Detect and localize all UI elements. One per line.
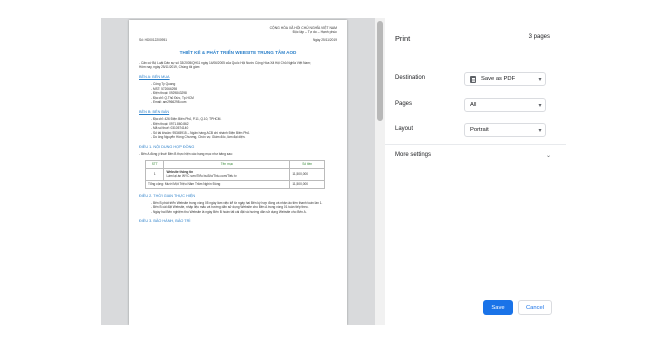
divider [385, 144, 566, 145]
table-total-label: Tổng cộng: Mười Một Triệu Năm Trăm Nghìn… [144, 179, 291, 189]
pages-value: All [470, 102, 477, 108]
party-b-heading: BÊN B: BÊN BÁN [139, 109, 170, 114]
more-settings-toggle[interactable]: More settings ⌄ [395, 152, 551, 159]
chevron-down-icon: ▾ [538, 102, 542, 109]
article-1-intro: - Bên A đồng ý thuê Bên B thực hiện các … [139, 151, 233, 156]
doc-number-row: Số: HD0012200951 Ngày 25/11/2019 [139, 38, 337, 42]
table-header-cell: Số tiền [289, 159, 325, 169]
table-cell: Website thông tin Làm lại án WYC sơn/Tiể… [163, 167, 291, 181]
pages-label: Pages [395, 101, 413, 107]
party-a-heading: BÊN A: BÊN MUA [139, 75, 170, 79]
party-b-line: - Do ông Nguyễn Hồng Chương, Chức vụ: Gi… [151, 135, 246, 140]
pdf-file-icon [470, 75, 476, 83]
party-a-line: - Email: am2966298.com [151, 100, 187, 105]
more-settings-label: More settings [395, 152, 432, 158]
article-1-heading: ĐIỀU 1. NỘI DUNG HỢP ĐỒNG [139, 144, 195, 149]
layout-select[interactable]: Portrait ▾ [464, 123, 546, 137]
article-2-line: - Ngày hai Bên nghiệm thu Website là ngà… [151, 209, 307, 214]
doc-header-right: CỘNG HÒA XÃ HỘI CHỦ NGHĨA VIỆT NAM Độc l… [139, 26, 337, 35]
table-total-row: Tổng cộng: Mười Một Triệu Năm Trăm Nghìn… [144, 179, 325, 189]
print-preview-area: CỘNG HÒA XÃ HỘI CHỦ NGHĨA VIỆT NAM Độc l… [101, 18, 375, 325]
pages-select[interactable]: All ▾ [464, 98, 546, 112]
item-desc: Làm lại án WYC sơn/Tiểu buổi/o/Thiu.com/… [166, 174, 237, 179]
chevron-down-icon: ▾ [538, 127, 542, 134]
preview-scrollbar-thumb[interactable] [377, 21, 383, 121]
article-3-heading: ĐIỀU 3. BẢO HÀNH, BẢO TRÌ [139, 219, 191, 224]
table-total-amount: 11,500,000 [289, 179, 325, 189]
table-row: 1 Website thông tin Làm lại án WYC sơn/T… [144, 167, 325, 181]
article-2-heading: ĐIỀU 2. THỜI GIAN THỰC HIỆN [139, 193, 196, 198]
chevron-down-icon: ▾ [538, 76, 542, 83]
save-button[interactable]: Save [483, 300, 513, 315]
print-settings-panel: Print 3 pages Destination Save as PDF ▾ … [385, 18, 566, 325]
table-header-cell: Tên mục [163, 159, 291, 169]
layout-value: Portrait [470, 127, 489, 133]
panel-title: Print [395, 34, 411, 43]
cancel-button[interactable]: Cancel [518, 300, 552, 315]
table-header-row: STT Tên mục Số tiền [144, 159, 325, 169]
destination-label: Destination [395, 75, 426, 81]
destination-select[interactable]: Save as PDF ▾ [464, 72, 546, 86]
doc-header-line: Độc lập – Tự do – Hạnh phúc [292, 30, 337, 35]
preview-page: CỘNG HÒA XÃ HỘI CHỦ NGHĨA VIỆT NAM Độc l… [129, 20, 347, 325]
print-dialog: CỘNG HÒA XÃ HỘI CHỦ NGHĨA VIỆT NAM Độc l… [101, 18, 566, 325]
table-cell: 11,500,000 [289, 167, 325, 181]
chevron-down-icon: ⌄ [545, 153, 551, 159]
table-cell: 1 [144, 167, 165, 181]
preview-scrollbar[interactable] [375, 18, 385, 325]
page-count: 3 pages [528, 34, 550, 40]
doc-title: THIẾT KẾ & PHÁT TRIỂN WEBSITE TRUNG TÂM … [179, 49, 297, 55]
contract-items-table: STT Tên mục Số tiền 1 Website thông tin … [144, 159, 325, 189]
doc-preamble-line: Hôm nay, ngày 25/11/2019, Chúng tôi gồm: [139, 65, 201, 70]
destination-value: Save as PDF [481, 76, 516, 82]
layout-label: Layout [395, 126, 414, 132]
doc-date: Ngày 25/11/2019 [312, 37, 337, 42]
table-header-cell: STT [144, 159, 165, 169]
doc-number: Số: HD0012200951 [139, 37, 168, 42]
